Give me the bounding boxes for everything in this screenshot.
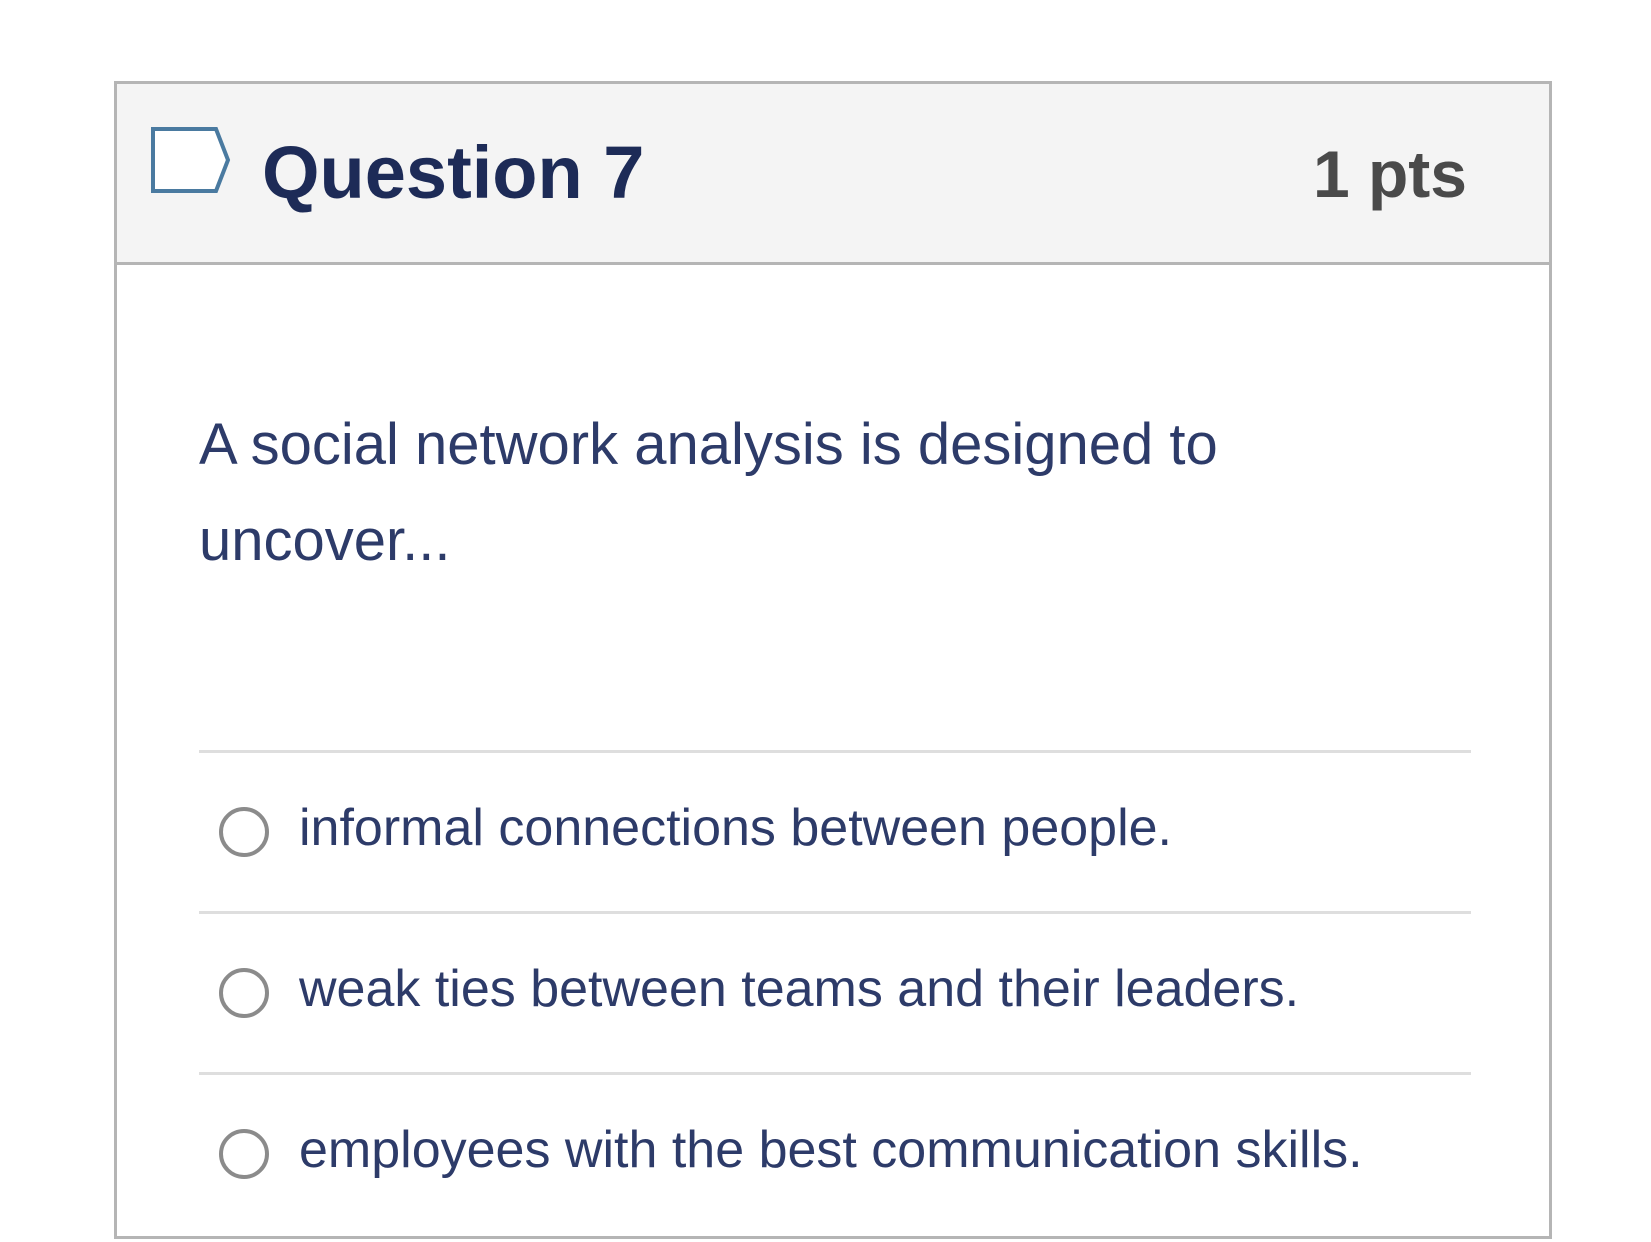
answer-label[interactable]: employees with the best communication sk… — [299, 1119, 1363, 1181]
answer-option[interactable]: employees with the best communication sk… — [199, 1072, 1471, 1233]
answer-label[interactable]: weak ties between teams and their leader… — [299, 958, 1299, 1020]
answer-option[interactable]: weak ties between teams and their leader… — [199, 911, 1471, 1072]
question-text: A social network analysis is designed to… — [199, 412, 1218, 573]
answer-option[interactable]: informal connections between people. — [199, 750, 1471, 911]
question-title: Question 7 — [262, 131, 645, 214]
question-card: Question 7 1 pts A social network analys… — [114, 81, 1552, 1239]
answer-list: informal connections between people. wea… — [199, 750, 1471, 1233]
question-points: 1 pts — [1312, 137, 1467, 211]
answer-label[interactable]: informal connections between people. — [299, 797, 1172, 859]
flag-outline-icon[interactable] — [150, 126, 232, 194]
radio-button[interactable] — [219, 807, 269, 857]
question-header: Question 7 1 pts — [117, 84, 1549, 265]
radio-button[interactable] — [219, 968, 269, 1018]
radio-button[interactable] — [219, 1129, 269, 1179]
